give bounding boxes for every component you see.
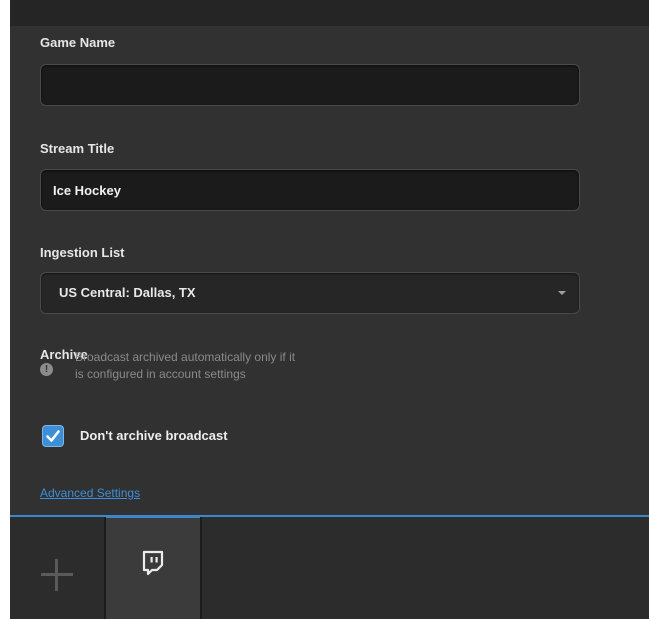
stream-settings-window: Game Name Stream Title Ingestion List US… (10, 0, 649, 619)
ingestion-list-select[interactable]: US Central: Dallas, TX (40, 272, 580, 314)
stream-title-label: Stream Title (40, 141, 115, 156)
tab-divider (200, 517, 202, 619)
ingestion-list-label: Ingestion List (40, 245, 125, 260)
twitch-icon (142, 550, 164, 576)
twitch-tab[interactable] (106, 515, 200, 619)
stream-settings-form: Game Name Stream Title Ingestion List US… (10, 26, 649, 515)
add-destination-button[interactable] (24, 539, 84, 599)
stream-title-input[interactable] (40, 169, 580, 211)
archive-info-text: Broadcast archived automatically only if… (75, 350, 296, 381)
game-name-input[interactable] (40, 64, 580, 106)
top-bar (10, 0, 649, 26)
info-icon: ! (40, 363, 53, 376)
ingestion-list-selected-value: US Central: Dallas, TX (59, 285, 196, 300)
destination-tab-bar (10, 515, 649, 619)
dont-archive-label: Don't archive broadcast (80, 428, 228, 443)
game-name-label: Game Name (40, 35, 116, 50)
dropdown-caret-icon (558, 291, 566, 295)
checkmark-icon (46, 430, 60, 442)
dont-archive-checkbox[interactable] (42, 425, 64, 447)
advanced-settings-link[interactable]: Advanced Settings (40, 486, 140, 500)
